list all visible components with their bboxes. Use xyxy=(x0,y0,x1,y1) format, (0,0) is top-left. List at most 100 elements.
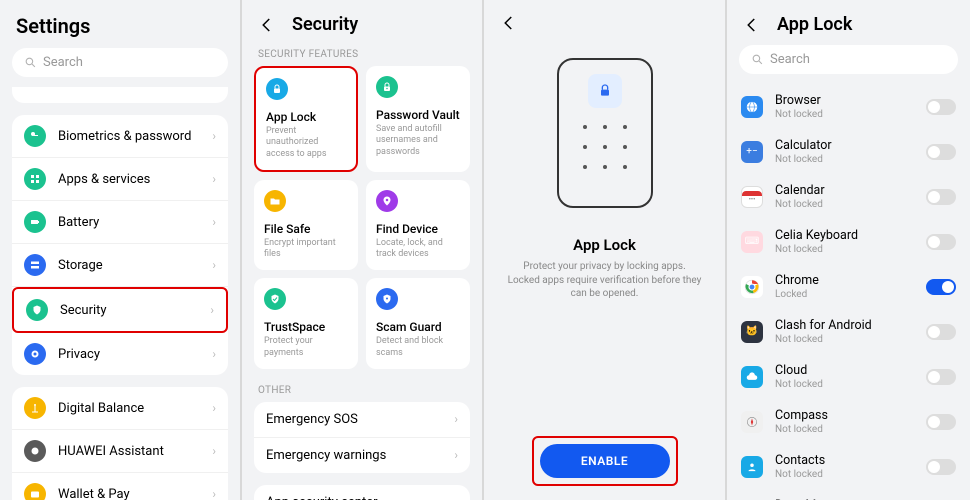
lock-toggle[interactable] xyxy=(926,99,956,115)
chevron-right-icon: › xyxy=(212,172,216,186)
applock-intro-body: App Lock Protect your privacy by locking… xyxy=(484,42,725,494)
guard-icon xyxy=(376,288,398,310)
search-icon xyxy=(751,53,764,66)
applock-intro-panel: App Lock Protect your privacy by locking… xyxy=(484,0,727,500)
app-status: Not locked xyxy=(775,109,926,120)
security-other-list-2: App security center›SIM PIN› xyxy=(254,485,470,500)
vault-icon xyxy=(376,76,398,98)
phone-illustration xyxy=(557,58,653,208)
lock-toggle[interactable] xyxy=(926,369,956,385)
app-status: Locked xyxy=(775,289,926,300)
partial-row xyxy=(12,87,228,103)
card-title: TrustSpace xyxy=(264,320,348,334)
back-icon[interactable] xyxy=(500,14,518,32)
lock-toggle[interactable] xyxy=(926,144,956,160)
app-row-cloud[interactable]: Cloud Not locked xyxy=(727,354,970,399)
security-grid: App Lock Prevent unauthorized access to … xyxy=(242,66,482,369)
lock-toggle[interactable] xyxy=(926,324,956,340)
settings-row[interactable]: Battery › xyxy=(12,201,228,244)
app-status: Not locked xyxy=(775,424,926,435)
chevron-right-icon: › xyxy=(212,444,216,458)
back-icon[interactable] xyxy=(743,16,761,34)
search-input[interactable]: Search xyxy=(12,48,228,77)
applock-list-title: App Lock xyxy=(777,14,852,35)
applock-intro-header xyxy=(484,0,725,42)
enable-button[interactable]: ENABLE xyxy=(540,444,670,478)
app-row-calendar[interactable]: ••• Calendar Not locked xyxy=(727,174,970,219)
app-row-contacts[interactable]: Contacts Not locked xyxy=(727,444,970,489)
app-info: Compass Not locked xyxy=(775,408,926,435)
section-label-other: OTHER xyxy=(242,381,482,402)
app-name: Celia Keyboard xyxy=(775,228,926,243)
app-icon xyxy=(741,411,763,433)
security-title: Security xyxy=(292,14,358,35)
security-card-trustspace[interactable]: TrustSpace Protect your payments xyxy=(254,278,358,369)
chevron-right-icon: › xyxy=(212,215,216,229)
security-panel: Security SECURITY FEATURES App Lock Prev… xyxy=(242,0,484,500)
card-title: Password Vault xyxy=(376,108,460,122)
app-name: Contacts xyxy=(775,453,926,468)
security-card-app-lock[interactable]: App Lock Prevent unauthorized access to … xyxy=(254,66,358,172)
settings-row[interactable]: Wallet & Pay › xyxy=(12,473,228,500)
applock-list-panel: App Lock Search Browser Not locked +− Ca… xyxy=(727,0,970,500)
app-icon xyxy=(741,276,763,298)
app-row-days-matter[interactable]: 23 Days Matter Not locked xyxy=(727,489,970,500)
security-header: Security xyxy=(242,0,482,45)
privacy-icon xyxy=(24,343,46,365)
settings-row[interactable]: Apps & services › xyxy=(12,158,228,201)
security-other-row[interactable]: Emergency warnings› xyxy=(254,438,470,473)
settings-row[interactable]: Security › xyxy=(12,287,228,333)
chevron-right-icon: › xyxy=(454,412,458,426)
lock-toggle[interactable] xyxy=(926,234,956,250)
lock-icon xyxy=(266,78,288,100)
row-label: Storage xyxy=(58,258,212,273)
settings-row[interactable]: HUAWEI Assistant › xyxy=(12,430,228,473)
settings-row[interactable]: Storage › xyxy=(12,244,228,287)
app-row-clash-for-android[interactable]: 🐱 Clash for Android Not locked xyxy=(727,309,970,354)
check-icon xyxy=(264,288,286,310)
lock-toggle[interactable] xyxy=(926,279,956,295)
app-icon xyxy=(741,366,763,388)
app-status: Not locked xyxy=(775,154,926,165)
settings-row[interactable]: Digital Balance › xyxy=(12,387,228,430)
security-card-password-vault[interactable]: Password Vault Save and autofill usernam… xyxy=(366,66,470,172)
card-title: File Safe xyxy=(264,222,348,236)
app-name: Calendar xyxy=(775,183,926,198)
app-info: Calculator Not locked xyxy=(775,138,926,165)
lock-toggle[interactable] xyxy=(926,189,956,205)
security-other-row[interactable]: Emergency SOS› xyxy=(254,402,470,438)
security-other-row[interactable]: App security center› xyxy=(254,485,470,500)
search-icon xyxy=(24,56,37,69)
app-status: Not locked xyxy=(775,199,926,210)
settings-row[interactable]: Biometrics & password › xyxy=(12,115,228,158)
app-name: Browser xyxy=(775,93,926,108)
app-row-compass[interactable]: Compass Not locked xyxy=(727,399,970,444)
lock-toggle[interactable] xyxy=(926,414,956,430)
app-row-celia-keyboard[interactable]: ⌨ Celia Keyboard Not locked xyxy=(727,219,970,264)
row-label: Emergency SOS xyxy=(266,412,454,427)
folder-icon xyxy=(264,190,286,212)
app-info: Celia Keyboard Not locked xyxy=(775,228,926,255)
security-card-file-safe[interactable]: File Safe Encrypt important files xyxy=(254,180,358,271)
card-subtitle: Encrypt important files xyxy=(264,238,348,261)
app-name: Calculator xyxy=(775,138,926,153)
back-icon[interactable] xyxy=(258,16,276,34)
wallet-icon xyxy=(24,483,46,500)
app-info: Contacts Not locked xyxy=(775,453,926,480)
search-input[interactable]: Search xyxy=(739,45,958,74)
security-card-find-device[interactable]: Find Device Locate, lock, and track devi… xyxy=(366,180,470,271)
key-icon xyxy=(24,125,46,147)
security-other-list-1: Emergency SOS›Emergency warnings› xyxy=(254,402,470,473)
app-name: Cloud xyxy=(775,363,926,378)
security-card-scam-guard[interactable]: Scam Guard Detect and block scams xyxy=(366,278,470,369)
app-info: Chrome Locked xyxy=(775,273,926,300)
settings-row[interactable]: Privacy › xyxy=(12,333,228,375)
app-row-chrome[interactable]: Chrome Locked xyxy=(727,264,970,309)
app-row-browser[interactable]: Browser Not locked xyxy=(727,84,970,129)
app-row-calculator[interactable]: +− Calculator Not locked xyxy=(727,129,970,174)
row-label: Apps & services xyxy=(58,172,212,187)
lock-toggle[interactable] xyxy=(926,459,956,475)
app-list: Browser Not locked +− Calculator Not loc… xyxy=(727,84,970,500)
app-status: Not locked xyxy=(775,379,926,390)
card-subtitle: Prevent unauthorized access to apps xyxy=(266,126,346,160)
